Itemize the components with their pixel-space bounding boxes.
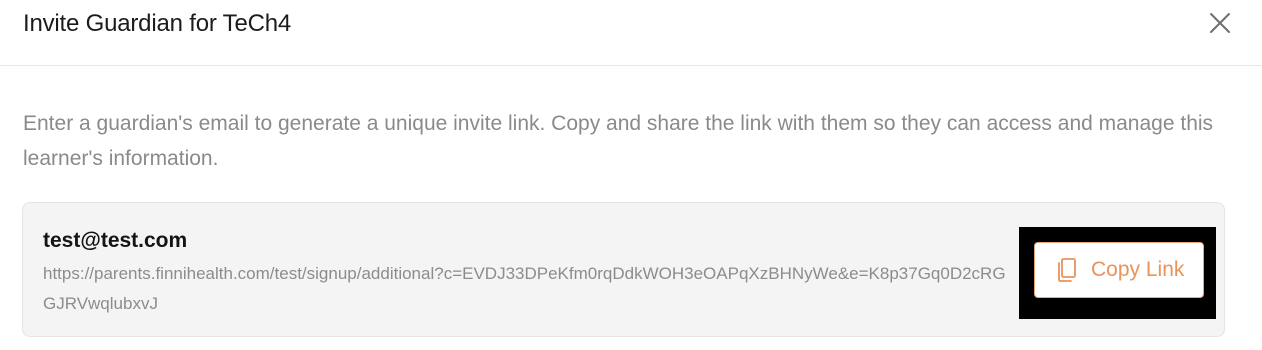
dialog-title: Invite Guardian for TeCh4 <box>23 10 292 37</box>
dialog-description: Enter a guardian's email to generate a u… <box>23 112 1214 170</box>
invite-link: https://parents.finnihealth.com/test/sig… <box>43 264 1006 313</box>
copy-link-label: Copy Link <box>1091 258 1185 281</box>
copy-link-highlight: Copy Link <box>1019 227 1216 319</box>
guardian-email: test@test.com <box>43 229 188 252</box>
close-icon <box>1210 13 1230 33</box>
copy-link-button[interactable]: Copy Link <box>1034 242 1204 298</box>
copy-icon <box>1058 258 1076 282</box>
invite-guardian-dialog: Invite Guardian for TeCh4 Enter a guardi… <box>0 0 1262 350</box>
dialog-header: Invite Guardian for TeCh4 <box>0 0 1262 66</box>
close-button[interactable] <box>1205 8 1235 38</box>
invite-link-card: test@test.com https://parents.finnihealt… <box>22 202 1225 337</box>
